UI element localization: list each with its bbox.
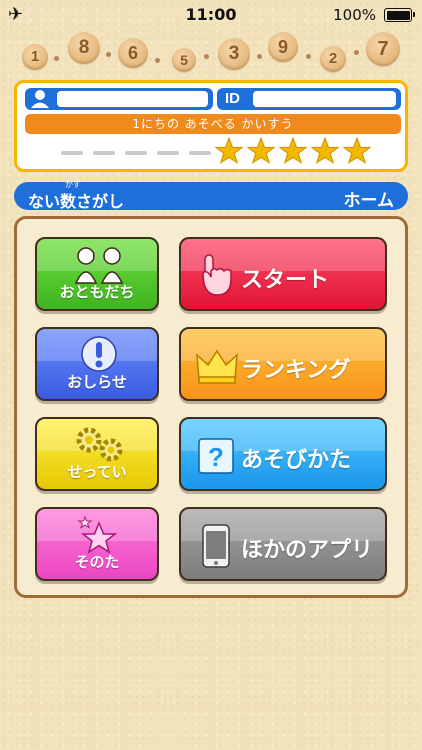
player-id-bar: ID — [217, 88, 401, 110]
star-icon — [77, 515, 118, 554]
id-label: ID — [225, 90, 240, 107]
home-label: ホーム — [343, 191, 395, 211]
battery-icon — [384, 8, 415, 22]
main-menu: おともだち スタート おしらせ ランキング せってい ? あそびかた そのた ほ… — [14, 216, 408, 598]
ranking-label: ランキング — [241, 358, 351, 383]
ranking-button[interactable]: ランキング — [179, 327, 387, 401]
daily-plays-label: 1にちの あそべる かいすう — [25, 114, 401, 134]
battery-percent: 100% — [333, 6, 376, 24]
player-id-field — [253, 91, 396, 107]
other-apps-label: ほかのアプリ — [241, 538, 374, 563]
other-apps-button[interactable]: ほかのアプリ — [179, 507, 387, 581]
user-icon — [31, 90, 49, 108]
settings-label: せってい — [67, 463, 127, 481]
used-play-dash — [93, 151, 115, 155]
player-name-field[interactable] — [57, 91, 208, 107]
number-cookie: 3 — [218, 38, 250, 70]
number-cookie: 6 — [118, 38, 148, 68]
number-cookie: 2 — [320, 46, 346, 72]
number-cookie: 5 — [172, 48, 196, 72]
daily-plays-meter — [57, 137, 387, 167]
friends-label: おともだち — [59, 283, 135, 301]
friends-button[interactable]: おともだち — [35, 237, 159, 311]
other-button[interactable]: そのた — [35, 507, 159, 581]
number-cookie: 9 — [268, 32, 298, 62]
other-label: そのた — [74, 553, 120, 571]
number-cookie: 1 — [22, 44, 48, 70]
profile-panel: ID 1にちの あそべる かいすう — [14, 80, 408, 172]
star-icon — [343, 137, 371, 165]
smartphone-icon — [202, 524, 230, 568]
crown-icon — [196, 349, 238, 384]
star-icon — [311, 137, 339, 165]
how-to-play-button[interactable]: ? あそびかた — [179, 417, 387, 491]
friends-icon — [74, 247, 124, 284]
notice-button[interactable]: おしらせ — [35, 327, 159, 401]
number-cookie: 7 — [366, 32, 400, 66]
star-icon — [247, 137, 275, 165]
star-icon — [279, 137, 307, 165]
gear-icon — [76, 427, 123, 462]
player-name-bar — [25, 88, 213, 110]
notice-label: おしらせ — [67, 373, 127, 391]
used-play-dash — [189, 151, 211, 155]
number-cookie: 8 — [68, 32, 100, 64]
settings-button[interactable]: せってい — [35, 417, 159, 491]
star-icon — [215, 137, 243, 165]
screen-header: かず ない数さがし ホーム — [14, 180, 408, 211]
used-play-dash — [125, 151, 147, 155]
question-icon: ? — [198, 438, 234, 474]
how-to-play-label: あそびかた — [241, 448, 352, 473]
pointing-hand-icon — [202, 254, 232, 296]
start-button[interactable]: スタート — [179, 237, 387, 311]
svg-text:?: ? — [208, 442, 224, 472]
used-play-dash — [61, 151, 83, 155]
used-play-dash — [157, 151, 179, 155]
start-label: スタート — [241, 268, 330, 293]
status-bar: ✈ 11:00 100% — [0, 0, 422, 30]
app-title: ない数さがし — [28, 192, 125, 211]
exclamation-icon — [81, 336, 117, 372]
